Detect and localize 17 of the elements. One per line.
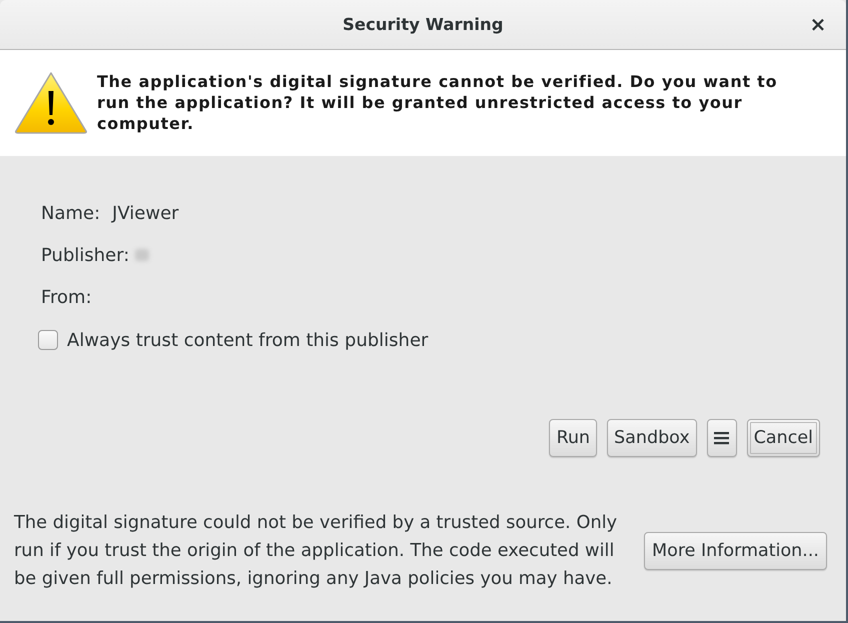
window-title: Security Warning: [342, 15, 504, 34]
dialog-button[interactable]: Sandbox: [607, 419, 697, 457]
close-button[interactable]: ×: [807, 13, 829, 35]
warning-icon: [14, 71, 88, 134]
more-information-button[interactable]: More Information...: [644, 532, 827, 570]
field-value: JViewer: [112, 202, 179, 224]
field-label: Name:: [41, 202, 100, 224]
warning-message: The application's digital signature cannot be verified. Do you want to run the application? It will be granted unrestricted access to your computer.: [97, 71, 778, 134]
checkbox-label[interactable]: Always trust content from this publisher: [67, 330, 428, 350]
field-label: From:: [41, 286, 92, 308]
field-label: Publisher:: [41, 244, 130, 266]
menu-icon: [714, 431, 730, 445]
dialog-button[interactable]: Cancel: [746, 419, 820, 457]
checkbox[interactable]: [38, 330, 58, 350]
menu-button[interactable]: [706, 419, 737, 457]
info-text: The digital signature could not be verified by a trusted source. Only run if you trust the origin of the application. The code executed will be given full permissions, ignoring any Java policies you may have.: [14, 511, 618, 591]
dialog-button[interactable]: Run: [549, 419, 598, 457]
